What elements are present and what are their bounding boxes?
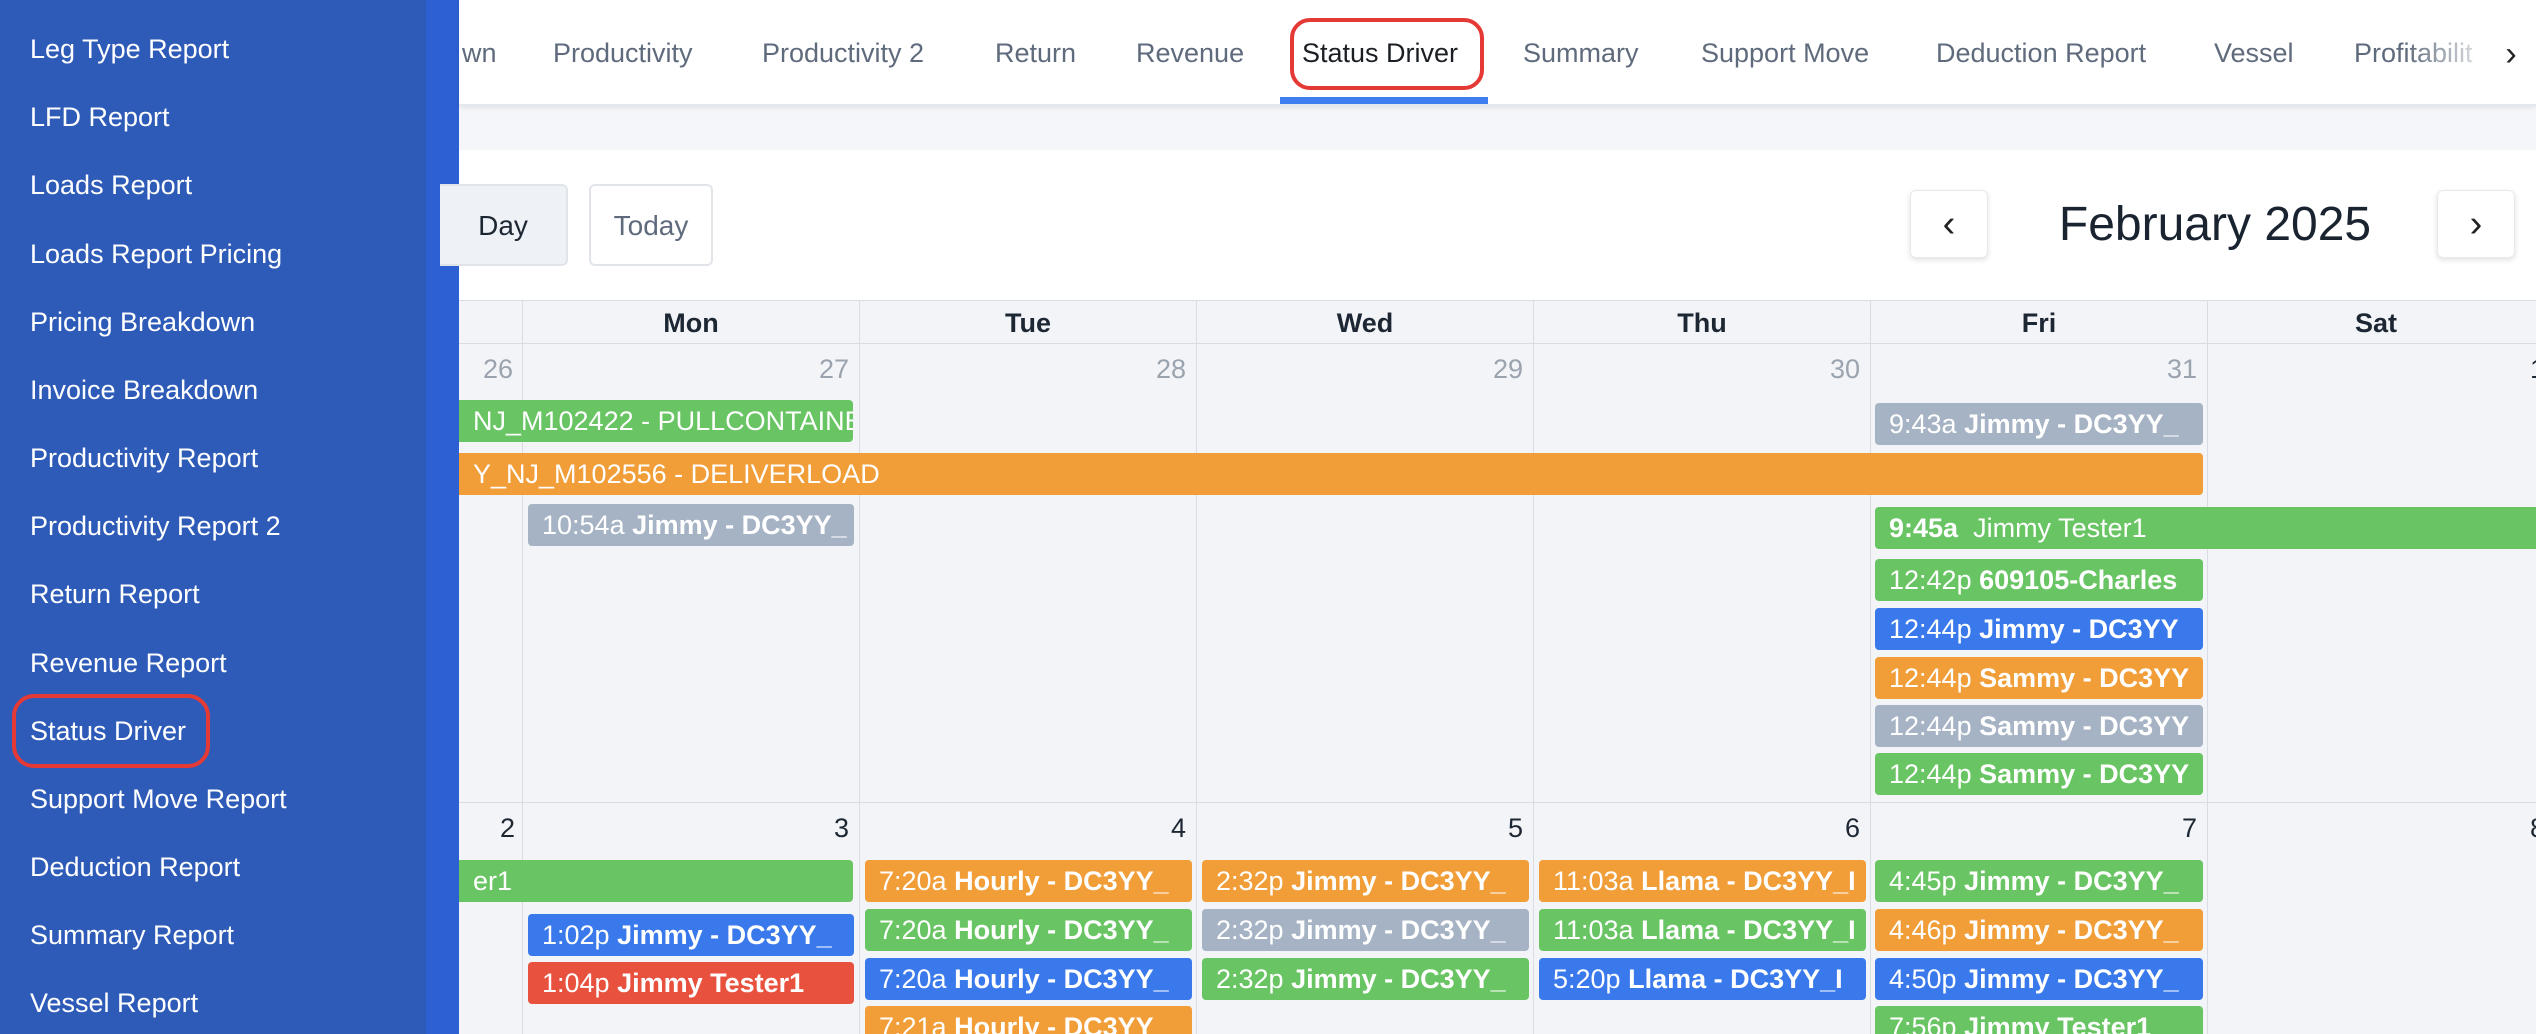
- day-number: 27: [818, 354, 849, 384]
- calendar-event[interactable]: 1:02p Jimmy - DC3YY_: [528, 914, 854, 956]
- day-cell-jan-30[interactable]: [1534, 344, 1871, 803]
- day-view-button[interactable]: Day: [440, 184, 568, 266]
- sidebar-item-status-driver[interactable]: Status Driver: [12, 694, 211, 768]
- weekday-header-wed: Wed: [1197, 300, 1534, 344]
- calendar-event[interactable]: 7:20a Hourly - DC3YY_: [865, 860, 1192, 902]
- day-number: 1: [2208, 354, 2536, 385]
- sidebar: Leg Type Report LFD Report Loads Report …: [0, 0, 426, 1034]
- sidebar-item-lfd-report[interactable]: LFD Report: [30, 97, 170, 137]
- day-number: 30: [1829, 354, 1860, 384]
- weekday-header-fri: Fri: [1871, 300, 2208, 344]
- day-number: 28: [1155, 354, 1186, 384]
- sidebar-item-leg-type-report[interactable]: Leg Type Report: [30, 29, 229, 69]
- day-number: 2: [499, 813, 515, 843]
- tab-deduction-report[interactable]: Deduction Report: [1936, 0, 2146, 104]
- tab-productivity-2[interactable]: Productivity 2: [762, 0, 924, 104]
- tab-revenue[interactable]: Revenue: [1136, 0, 1244, 104]
- calendar-event[interactable]: 2:32p Jimmy - DC3YY_: [1202, 958, 1529, 1000]
- calendar-event[interactable]: 4:46p Jimmy - DC3YY_: [1875, 909, 2203, 951]
- page-spacer: [459, 106, 2536, 150]
- calendar-event[interactable]: 12:44p Sammy - DC3YY: [1875, 705, 2203, 747]
- day-number: 6: [1844, 813, 1860, 843]
- sidebar-item-productivity-report-2[interactable]: Productivity Report 2: [30, 506, 281, 546]
- calendar-event[interactable]: 7:20a Hourly - DC3YY_: [865, 958, 1192, 1000]
- weekday-header-sun: [459, 300, 523, 344]
- calendar-event[interactable]: 2:32p Jimmy - DC3YY_: [1202, 860, 1529, 902]
- tab-breakdown[interactable]: wn: [462, 0, 497, 104]
- month-title: February 2025: [2058, 198, 2372, 251]
- tab-vessel[interactable]: Vessel: [2214, 0, 2294, 104]
- calendar-event[interactable]: 7:56p Jimmy Tester1: [1875, 1006, 2203, 1034]
- day-cell-feb-1[interactable]: [2208, 344, 2536, 803]
- calendar-event[interactable]: 11:03a Llama - DC3YY_I: [1539, 860, 1866, 902]
- day-number: 31: [2166, 354, 2197, 384]
- tab-support-move[interactable]: Support Move: [1701, 0, 1869, 104]
- day-cell-jan-28[interactable]: [860, 344, 1197, 803]
- calendar-event[interactable]: 12:44p Sammy - DC3YY: [1875, 753, 2203, 795]
- calendar-event[interactable]: 5:20p Llama - DC3YY_I: [1539, 958, 1866, 1000]
- sidebar-scrollbar[interactable]: [426, 0, 459, 1034]
- day-number: 8: [2208, 813, 2536, 844]
- sidebar-item-summary-report[interactable]: Summary Report: [30, 915, 234, 955]
- calendar-event[interactable]: 7:20a Hourly - DC3YY_: [865, 909, 1192, 951]
- day-number: 26: [482, 354, 513, 384]
- calendar-event[interactable]: 1:04p Jimmy Tester1: [528, 962, 854, 1004]
- sidebar-item-loads-report-pricing[interactable]: Loads Report Pricing: [30, 234, 282, 274]
- sidebar-item-return-report[interactable]: Return Report: [30, 574, 200, 614]
- next-month-chevron-right-icon[interactable]: ›: [2437, 190, 2515, 258]
- tab-summary[interactable]: Summary: [1523, 0, 1639, 104]
- day-cell-jan-29[interactable]: [1197, 344, 1534, 803]
- sidebar-item-invoice-breakdown[interactable]: Invoice Breakdown: [30, 370, 258, 410]
- calendar-event[interactable]: Y_NJ_M102556 - DELIVERLOAD: [459, 453, 2203, 495]
- calendar-event[interactable]: 2:32p Jimmy - DC3YY_: [1202, 909, 1529, 951]
- calendar-event[interactable]: 9:45a Jimmy Tester1: [1875, 507, 2536, 549]
- tab-status-driver[interactable]: Status Driver: [1302, 0, 1458, 104]
- calendar-event[interactable]: 7:21a Hourly - DC3YY_: [865, 1006, 1192, 1034]
- day-number: 29: [1492, 354, 1523, 384]
- calendar-event[interactable]: 11:03a Llama - DC3YY_I: [1539, 909, 1866, 951]
- sidebar-item-deduction-report[interactable]: Deduction Report: [30, 847, 240, 887]
- sidebar-item-vessel-report[interactable]: Vessel Report: [30, 983, 198, 1023]
- calendar-event[interactable]: NJ_M102422 - PULLCONTAINEF: [459, 400, 853, 442]
- calendar-event[interactable]: 4:50p Jimmy - DC3YY_: [1875, 958, 2203, 1000]
- today-button[interactable]: Today: [589, 184, 713, 266]
- calendar-event[interactable]: 9:43a Jimmy - DC3YY_: [1875, 403, 2203, 445]
- tab-productivity[interactable]: Productivity: [553, 0, 693, 104]
- weekday-header-sat: Sat: [2208, 300, 2536, 344]
- calendar-event[interactable]: 12:44p Jimmy - DC3YY: [1875, 608, 2203, 650]
- tabs-scroll-right-chevron-icon[interactable]: ›: [2496, 34, 2526, 74]
- day-number: 5: [1507, 813, 1523, 843]
- day-number: 4: [1170, 813, 1186, 843]
- sidebar-item-loads-report[interactable]: Loads Report: [30, 165, 192, 205]
- calendar-event[interactable]: er1: [459, 860, 853, 902]
- weekday-header-mon: Mon: [523, 300, 860, 344]
- day-number: 7: [2181, 813, 2197, 843]
- weekday-header-tue: Tue: [860, 300, 1197, 344]
- calendar-event[interactable]: 12:44p Sammy - DC3YY: [1875, 657, 2203, 699]
- sidebar-item-productivity-report[interactable]: Productivity Report: [30, 438, 258, 478]
- month-calendar: Mon Tue Wed Thu Fri Sat 26 27 28 29 30 3…: [459, 300, 2536, 1034]
- sidebar-item-pricing-breakdown[interactable]: Pricing Breakdown: [30, 302, 255, 342]
- tab-return[interactable]: Return: [995, 0, 1076, 104]
- calendar-event[interactable]: 12:42p 609105-Charles: [1875, 559, 2203, 601]
- sidebar-item-revenue-report[interactable]: Revenue Report: [30, 643, 227, 683]
- prev-month-chevron-left-icon[interactable]: ‹: [1910, 190, 1988, 258]
- report-tab-bar: wn Productivity Productivity 2 Return Re…: [459, 0, 2536, 106]
- calendar-event[interactable]: 4:45p Jimmy - DC3YY_: [1875, 860, 2203, 902]
- weekday-header-thu: Thu: [1534, 300, 1871, 344]
- sidebar-item-support-move-report[interactable]: Support Move Report: [30, 779, 287, 819]
- calendar-event[interactable]: 10:54a Jimmy - DC3YY_: [528, 504, 854, 546]
- day-number: 3: [833, 813, 849, 843]
- active-tab-underline: [1280, 97, 1488, 104]
